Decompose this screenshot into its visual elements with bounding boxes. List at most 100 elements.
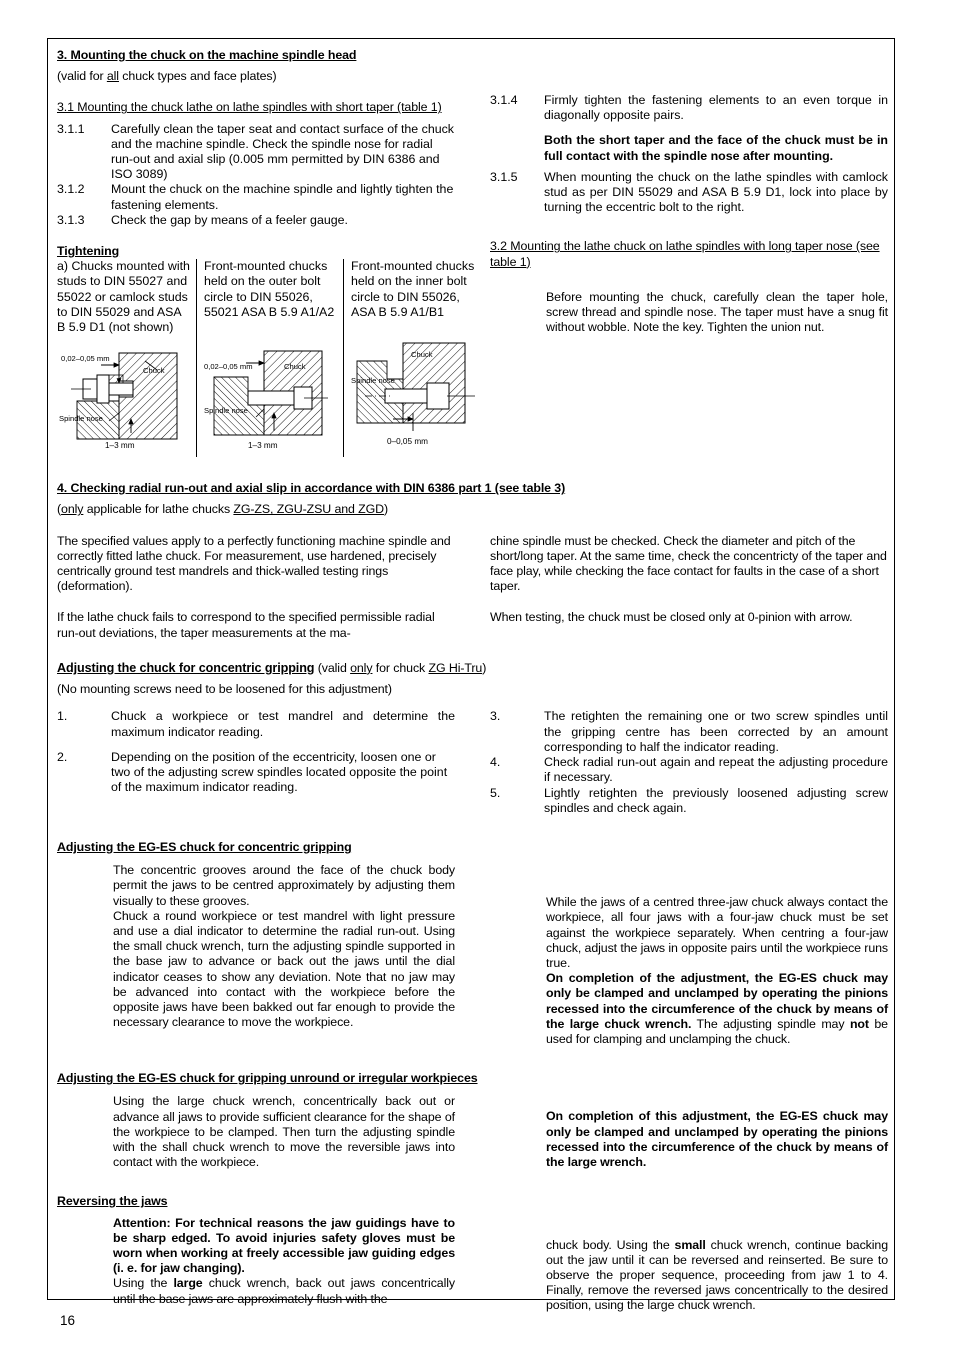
diagram3-bottom-label: 0–0,05 mm	[387, 437, 428, 446]
eges-concentric-columns: The concentric grooves around the face o…	[57, 863, 888, 1047]
reversing-right-wrap: chuck body. Using the small chuck wrench…	[546, 1238, 888, 1314]
concentric-heading: Adjusting the chuck for concentric gripp…	[57, 661, 887, 676]
list-item: 3.1.5 When mounting the chuck on the lat…	[490, 170, 888, 216]
section4-subnote: (only applicable for lathe chucks ZG-ZS,…	[57, 502, 887, 517]
eges-right-p2: On completion of the adjustment, the EG-…	[546, 971, 888, 1047]
section4-sub-models: ZG-ZS, ZGU-ZSU and ZGD	[233, 502, 385, 517]
section4-columns: The specified values apply to a perfectl…	[57, 534, 887, 641]
reversing-heading: Reversing the jaws	[57, 1194, 168, 1209]
section4-heading: 4. Checking radial run-out and axial sli…	[57, 481, 566, 496]
page-inner: 3. Mounting the chuck on the machine spi…	[57, 48, 888, 1314]
list-item: 3.1.2 Mount the chuck on the machine spi…	[57, 182, 455, 212]
section4-right-p2: When testing, the chuck must be closed o…	[490, 610, 853, 625]
list-item: 3.1.4 Firmly tighten the fastening eleme…	[490, 93, 888, 123]
diagram-cell-3: Chuck Spindle nose 0–0,05 mm	[344, 335, 490, 457]
tightening-cell-2: Front-mounted chucks held on the outer b…	[196, 259, 344, 336]
diagram2-bottom-label: 1–3 mm	[248, 441, 278, 450]
tightening-heading: Tightening	[57, 244, 120, 259]
list-item-note: Both the short taper and the face of the…	[490, 133, 888, 163]
section3-subnote: (valid for all chuck types and face plat…	[57, 69, 455, 84]
reversing-left-wrap: Attention: For technical reasons the jaw…	[113, 1216, 455, 1307]
concentric-heading-model: ZG Hi-Tru	[428, 660, 483, 675]
item-text: When mounting the chuck on the lathe spi…	[544, 169, 888, 215]
diagram3-chuck-label: Chuck	[411, 350, 433, 359]
item-number: 1.	[57, 709, 68, 724]
concentric-columns: 1. Chuck a workpiece or test mandrel and…	[57, 709, 888, 816]
reversing-columns: Attention: For technical reasons the jaw…	[57, 1216, 888, 1314]
section4-sub-post: )	[384, 502, 389, 517]
item-text: Check radial run-out again and repeat th…	[544, 755, 888, 785]
item-text: Depending on the position of the eccentr…	[111, 749, 448, 795]
eges-unround-left-p1: Using the large chuck wrench, concentric…	[113, 1094, 455, 1170]
section31-list-right: 3.1.4 Firmly tighten the fastening eleme…	[490, 93, 888, 215]
item-number: 5.	[490, 785, 501, 800]
eges-unround-right: On completion of this adjustment, the EG…	[490, 1094, 888, 1170]
eges-right-p1: While the jaws of a centred three-jaw ch…	[546, 895, 888, 970]
list-item: 3.1.1 Carefully clean the taper seat and…	[57, 122, 455, 183]
item-number: 3.1.1	[57, 121, 85, 136]
section3-subnote-post: chuck types and face plates)	[118, 69, 277, 84]
diagram3-spindle-label: Spindle nose	[351, 376, 395, 385]
tightening-cell-3: Front-mounted chucks held on the inner b…	[351, 259, 475, 319]
concentric-heading-mid: for chuck	[372, 660, 429, 675]
item-text: Check the gap by means of a feeler gauge…	[111, 212, 348, 227]
item-number: 3.1.4	[490, 93, 518, 107]
mounting-diagram-1: 0,02–0,05 mm Chuck Spindle nose 1–3 mm	[59, 352, 178, 450]
eges-unround-heading: Adjusting the EG-ES chuck for gripping u…	[57, 1071, 478, 1086]
reversing-right-text: chuck body. Using the small chuck wrench…	[546, 1238, 888, 1314]
section4-left-p1: The specified values apply to a perfectl…	[57, 533, 451, 594]
diagram-cell-1: 0,02–0,05 mm Chuck Spindle nose 1–3 mm	[57, 335, 197, 458]
item-number: 2.	[57, 749, 68, 764]
diagram2-gap-label: 0,02–0,05 mm	[204, 362, 253, 371]
section32-body-wrap: Before mounting the chuck, carefully cle…	[546, 290, 888, 336]
section3-subnote-pre: (valid for	[57, 69, 107, 84]
section4-right: chine spindle must be checked. Check the…	[490, 534, 888, 641]
diagram1-gap-label: 0,02–0,05 mm	[61, 354, 110, 363]
table-row-diagrams: 0,02–0,05 mm Chuck Spindle nose 1–3 mm 0…	[57, 335, 490, 458]
reversing-left-tail-a: Using the	[113, 1276, 174, 1291]
section3-heading: 3. Mounting the chuck on the machine spi…	[57, 48, 357, 62]
list-item: 1. Chuck a workpiece or test mandrel and…	[57, 709, 455, 739]
item-text: Lightly retighten the previously loosene…	[544, 785, 888, 815]
eges-left-p2: Chuck a round workpiece or test mandrel …	[113, 908, 455, 1030]
item-text: Carefully clean the taper seat and conta…	[111, 121, 455, 182]
eges-concentric-heading: Adjusting the EG-ES chuck for concentric…	[57, 839, 352, 854]
content-frame: 3. Mounting the chuck on the machine spi…	[47, 38, 895, 1312]
tightening-cell-1: a) Chucks mounted with studs to DIN 5502…	[57, 259, 197, 336]
diagram2-chuck-label: Chuck	[284, 362, 306, 371]
diagram1-spindle-label: Spindle nose	[59, 414, 103, 423]
diagram1-bottom-label: 1–3 mm	[105, 441, 135, 450]
section31-heading: 3.1 Mounting the chuck lathe on lathe sp…	[57, 100, 442, 115]
top-right-column: 3.1.4 Firmly tighten the fastening eleme…	[490, 48, 888, 457]
item-text: Chuck a workpiece or test mandrel and de…	[111, 709, 455, 739]
list-item: 5. Lightly retighten the previously loos…	[490, 786, 888, 816]
eges-right-wrap: While the jaws of a centred three-jaw ch…	[546, 895, 888, 1047]
section4-left-p2: If the lathe chuck fails to correspond t…	[57, 610, 435, 640]
reversing-right-small: small	[674, 1237, 706, 1252]
reversing-left-bold: Attention: For technical reasons the jaw…	[113, 1215, 455, 1276]
item-number: 3.1.2	[57, 182, 85, 197]
top-columns: 3. Mounting the chuck on the machine spi…	[57, 48, 888, 458]
item-number-spacer	[490, 133, 544, 163]
section3-subnote-all: all	[106, 69, 119, 84]
concentric-heading-only: only	[350, 660, 373, 675]
concentric-heading-pre: (valid	[314, 660, 351, 675]
concentric-heading-main: Adjusting the chuck for concentric gripp…	[57, 660, 315, 675]
eges-right-p2-tail-a: The adjusting spindle may	[691, 1016, 850, 1031]
eges-right-p2-not: not	[849, 1016, 869, 1031]
document-page: 3. Mounting the chuck on the machine spi…	[0, 0, 954, 1354]
list-item: 2. Depending on the position of the ecce…	[57, 750, 455, 796]
section32-body: Before mounting the chuck, carefully cle…	[546, 289, 888, 335]
eges-unround-right-p1: On completion of this adjustment, the EG…	[546, 1109, 888, 1169]
item-number: 4.	[490, 755, 501, 770]
eges-unround-left: Using the large chuck wrench, concentric…	[57, 1094, 455, 1170]
list-item: 3.1.3 Check the gap by means of a feeler…	[57, 213, 455, 228]
item-number: 3.1.5	[490, 169, 518, 184]
section4-sub-only: only	[61, 502, 84, 517]
item-text: Firmly tighten the fastening elements to…	[544, 93, 888, 123]
tightening-table: a) Chucks mounted with studs to DIN 5502…	[57, 259, 490, 458]
table-row-text: a) Chucks mounted with studs to DIN 5502…	[57, 259, 489, 336]
reversing-left-large: large	[173, 1276, 203, 1291]
eges-left-p1: The concentric grooves around the face o…	[113, 863, 455, 908]
list-item: 3. The retighten the remaining one or tw…	[490, 709, 888, 755]
